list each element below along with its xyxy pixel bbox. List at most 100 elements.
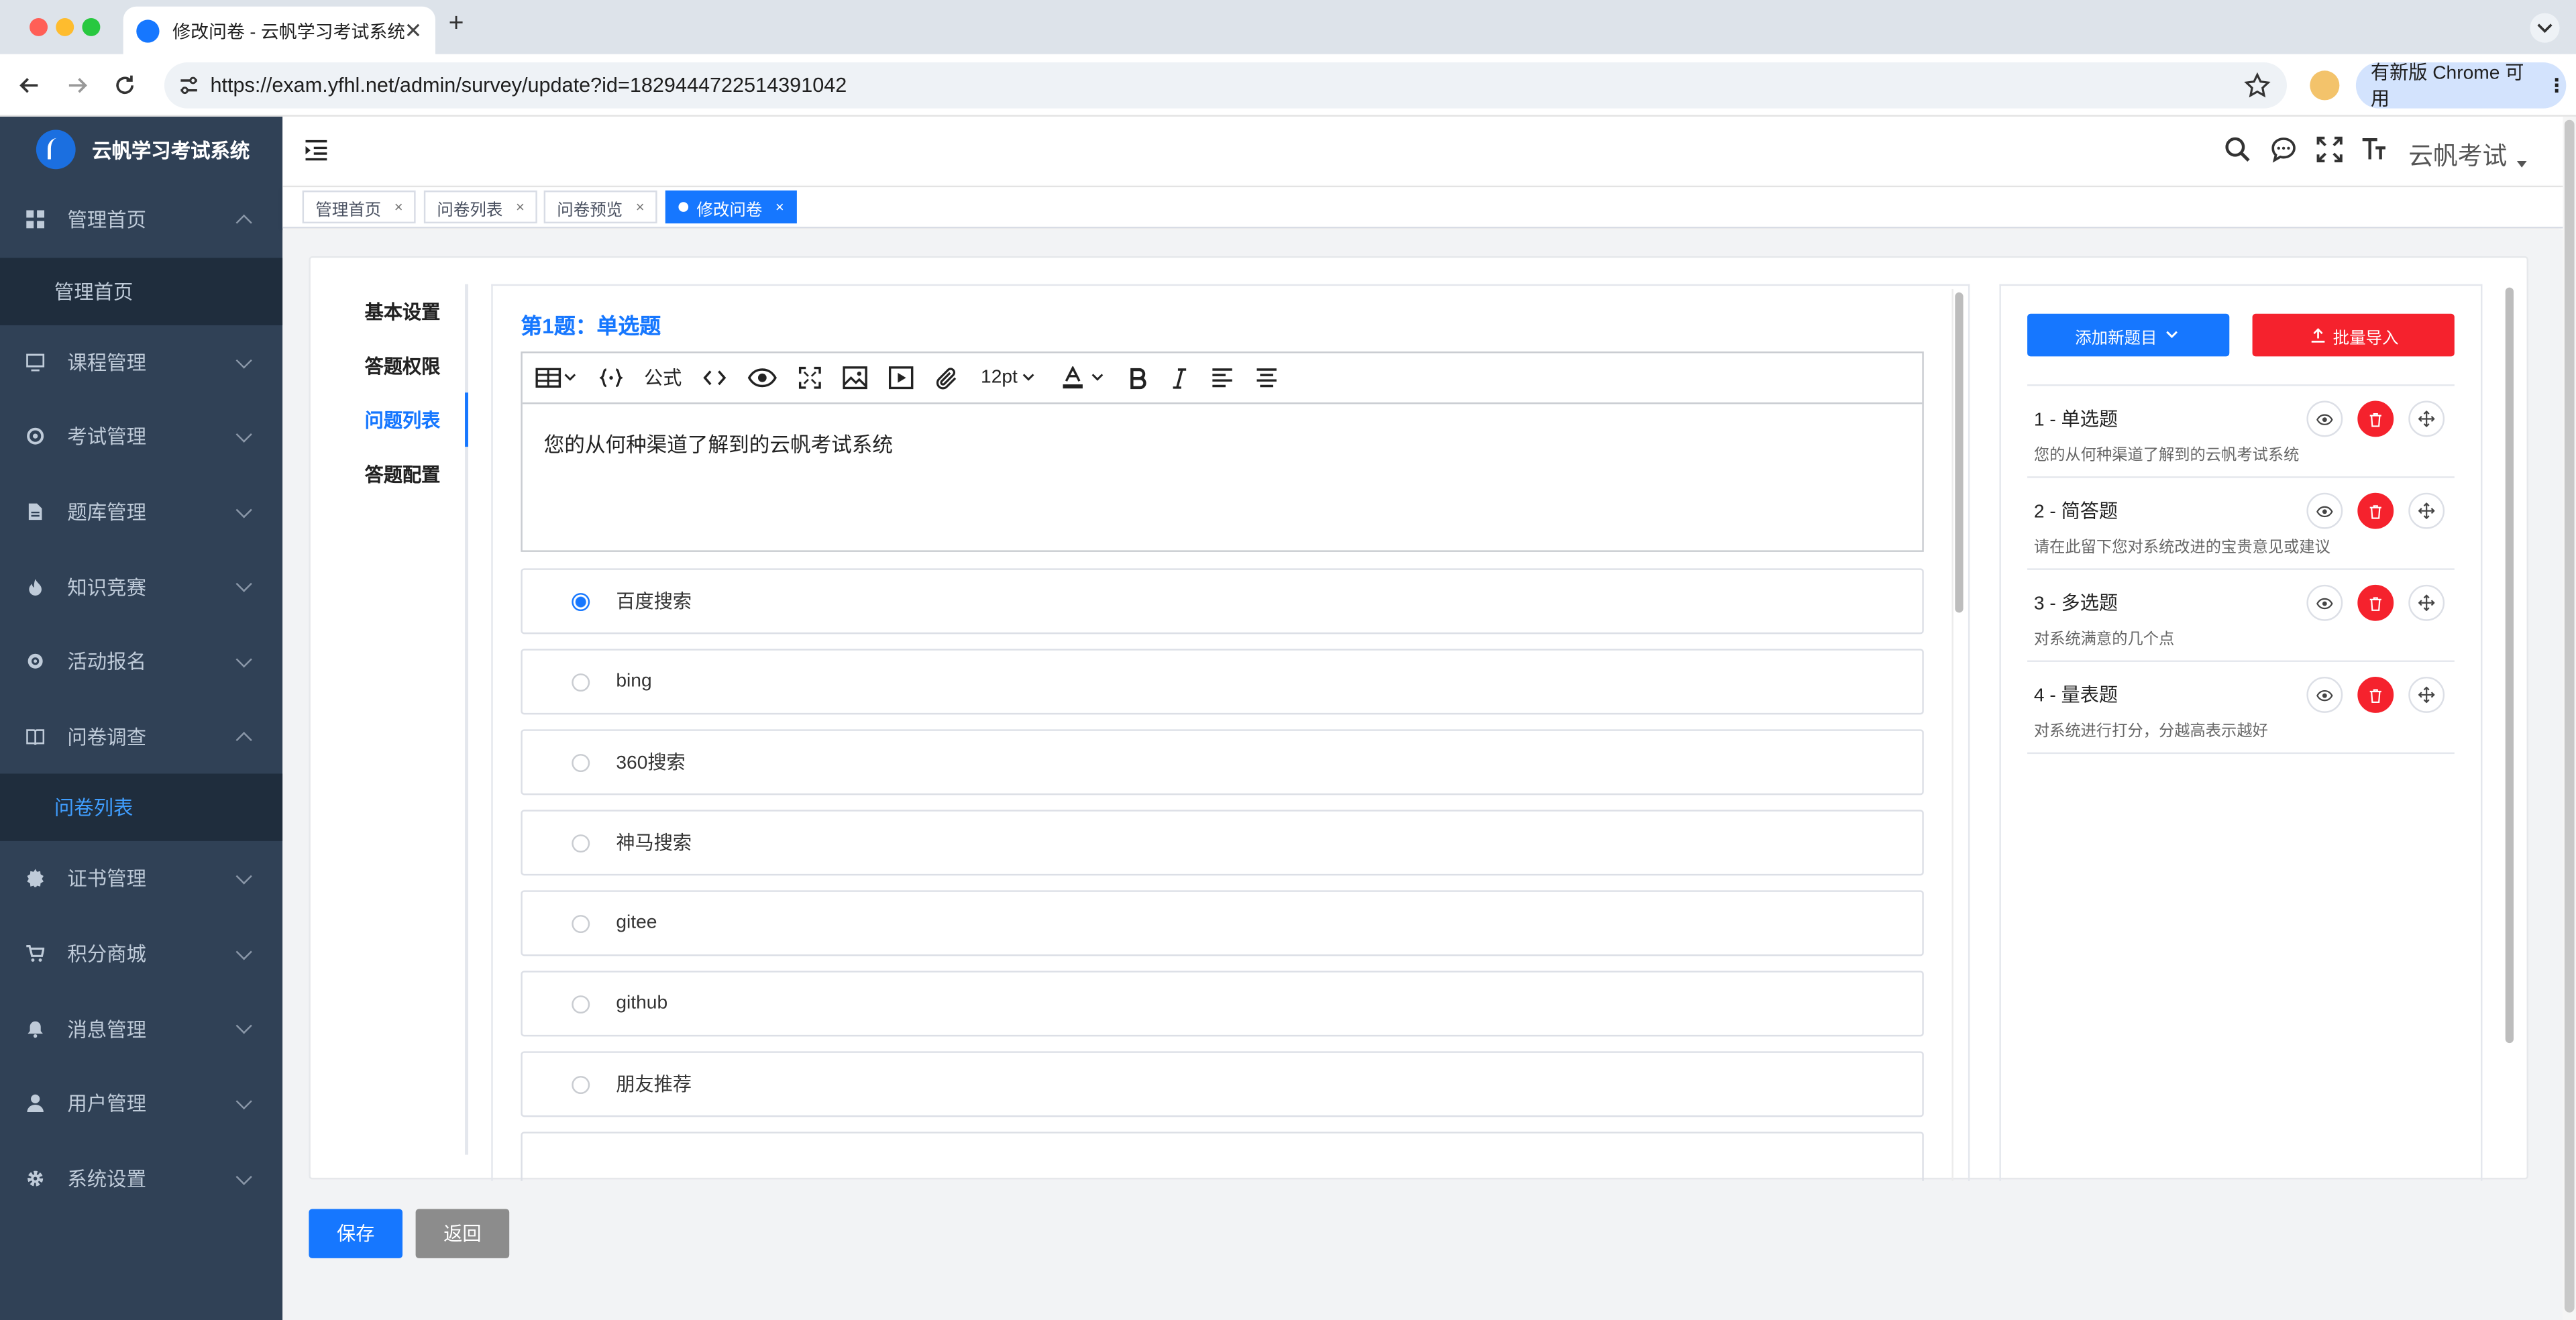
- view-button[interactable]: [2306, 400, 2343, 437]
- sidebar-subitem-dashboard-home[interactable]: 管理首页: [0, 257, 283, 325]
- scroll-thumb[interactable]: [2505, 287, 2514, 1044]
- sidebar-item-activity[interactable]: 活动报名: [0, 624, 282, 700]
- sidebar-item-dashboard[interactable]: 管理首页: [0, 182, 282, 258]
- sidebar-item-mall[interactable]: 积分商城: [0, 916, 282, 991]
- tag-survey-preview[interactable]: 问卷预览 ×: [543, 190, 658, 224]
- sidebar-item-user[interactable]: 用户管理: [0, 1066, 282, 1141]
- image-button[interactable]: [843, 366, 867, 390]
- sidebar-item-contest[interactable]: 知识竞赛: [0, 549, 282, 624]
- option-row[interactable]: gitee: [521, 890, 1924, 956]
- step-question-list[interactable]: 问题列表: [311, 392, 467, 447]
- italic-button[interactable]: [1171, 367, 1190, 388]
- fullscreen-button[interactable]: [798, 366, 821, 389]
- drag-handle[interactable]: [2408, 400, 2445, 437]
- option-row-partial[interactable]: [521, 1132, 1924, 1181]
- browser-tab[interactable]: 修改问卷 - 云帆学习考试系统 ✕: [123, 6, 435, 54]
- back-button[interactable]: [13, 69, 46, 102]
- font-size-select[interactable]: 12pt: [981, 368, 1040, 388]
- message-icon[interactable]: [2271, 136, 2297, 163]
- site-info-icon[interactable]: [177, 74, 200, 97]
- tag-survey-edit[interactable]: 修改问卷 ×: [665, 190, 798, 224]
- table-button[interactable]: [535, 368, 578, 388]
- bold-button[interactable]: [1129, 367, 1148, 388]
- sidebar-item-exam[interactable]: 考试管理: [0, 400, 282, 475]
- add-question-button[interactable]: 添加新题目: [2027, 313, 2230, 357]
- scroll-thumb[interactable]: [1955, 292, 1964, 613]
- user-name[interactable]: 云帆考试: [2408, 138, 2507, 172]
- radio[interactable]: [572, 833, 590, 852]
- save-button[interactable]: 保存: [309, 1209, 403, 1258]
- sidebar-subitem-survey-list[interactable]: 问卷列表: [0, 773, 283, 842]
- question-panel-scrollbar[interactable]: [1951, 289, 1964, 1181]
- option-row[interactable]: github: [521, 971, 1924, 1037]
- media-button[interactable]: [888, 366, 914, 390]
- sidebar-item-settings[interactable]: 系统设置: [0, 1141, 282, 1216]
- question-list-item[interactable]: 2 - 简答题 请在此留下您对系统改进的宝贵意见或建议: [2027, 478, 2455, 570]
- address-bar[interactable]: https://exam.yfhl.net/admin/survey/updat…: [164, 62, 2288, 109]
- tag-dashboard[interactable]: 管理首页 ×: [302, 190, 417, 224]
- close-icon[interactable]: ×: [636, 199, 645, 215]
- sidebar-item-course[interactable]: 课程管理: [0, 325, 282, 400]
- option-row[interactable]: 神马搜索: [521, 810, 1924, 876]
- formula-button[interactable]: 公式: [644, 365, 682, 391]
- close-icon[interactable]: ×: [775, 199, 784, 215]
- view-button[interactable]: [2306, 584, 2343, 621]
- delete-button[interactable]: [2357, 676, 2394, 713]
- step-basic-settings[interactable]: 基本设置: [311, 284, 467, 339]
- align-left-button[interactable]: [1212, 368, 1234, 388]
- step-answer-permission[interactable]: 答题权限: [311, 338, 467, 392]
- tab-search-button[interactable]: [2530, 13, 2560, 43]
- menu-fold-icon[interactable]: [305, 140, 329, 161]
- text-color-button[interactable]: [1062, 366, 1108, 389]
- question-list-item[interactable]: 3 - 多选题 对系统满意的几个点: [2027, 570, 2455, 662]
- batch-import-button[interactable]: 批量导入: [2252, 313, 2455, 357]
- radio[interactable]: [572, 1075, 590, 1093]
- source-code-button[interactable]: [703, 368, 727, 388]
- align-center-button[interactable]: [1256, 368, 1279, 388]
- chrome-update-button[interactable]: 有新版 Chrome 可用 ⋮: [2355, 62, 2567, 110]
- option-row[interactable]: 360搜索: [521, 729, 1924, 795]
- sidebar-item-certificate[interactable]: 证书管理: [0, 841, 282, 916]
- question-list-item[interactable]: 1 - 单选题 您的从何种渠道了解到的云帆考试系统: [2027, 386, 2455, 478]
- sidebar-item-message[interactable]: 消息管理: [0, 991, 282, 1066]
- radio[interactable]: [572, 753, 590, 771]
- drag-handle[interactable]: [2408, 676, 2445, 713]
- radio-selected[interactable]: [572, 592, 590, 610]
- delete-button[interactable]: [2357, 584, 2394, 621]
- view-button[interactable]: [2306, 676, 2343, 713]
- drag-handle[interactable]: [2408, 492, 2445, 529]
- close-window-button[interactable]: [30, 17, 48, 36]
- view-button[interactable]: [2306, 492, 2343, 529]
- radio[interactable]: [572, 914, 590, 932]
- sidebar-item-survey[interactable]: 问卷调查: [0, 699, 282, 774]
- code-sample-button[interactable]: [599, 368, 623, 388]
- maximize-window-button[interactable]: [82, 17, 101, 36]
- bookmark-star-icon[interactable]: [2244, 72, 2271, 99]
- option-row[interactable]: 朋友推荐: [521, 1051, 1924, 1117]
- close-icon[interactable]: ×: [394, 199, 403, 215]
- tag-survey-list[interactable]: 问卷列表 ×: [423, 190, 538, 224]
- scroll-thumb[interactable]: [2564, 119, 2575, 1313]
- sidebar-item-question-bank[interactable]: 题库管理: [0, 474, 282, 549]
- minimize-window-button[interactable]: [56, 17, 74, 36]
- reload-button[interactable]: [109, 69, 142, 102]
- delete-button[interactable]: [2357, 492, 2394, 529]
- radio[interactable]: [572, 994, 590, 1013]
- new-tab-button[interactable]: +: [449, 10, 464, 40]
- back-button[interactable]: 返回: [415, 1209, 510, 1258]
- question-list-scrollbar[interactable]: [2504, 284, 2517, 1181]
- close-icon[interactable]: ×: [516, 199, 525, 215]
- close-tab-icon[interactable]: ✕: [405, 17, 423, 44]
- preview-button[interactable]: [747, 368, 777, 388]
- delete-button[interactable]: [2357, 400, 2394, 437]
- question-body-text[interactable]: 您的从何种渠道了解到的云帆考试系统: [523, 404, 1923, 481]
- question-list-item[interactable]: 4 - 量表题 对系统进行打分，分越高表示越好: [2027, 662, 2455, 755]
- fullscreen-icon[interactable]: [2316, 136, 2343, 162]
- font-size-icon[interactable]: [2361, 136, 2387, 162]
- step-answer-config[interactable]: 答题配置: [311, 447, 467, 501]
- option-row[interactable]: 百度搜索: [521, 568, 1924, 635]
- search-icon[interactable]: [2224, 136, 2251, 162]
- attachment-button[interactable]: [934, 366, 959, 390]
- profile-avatar[interactable]: [2310, 70, 2340, 101]
- drag-handle[interactable]: [2408, 584, 2445, 621]
